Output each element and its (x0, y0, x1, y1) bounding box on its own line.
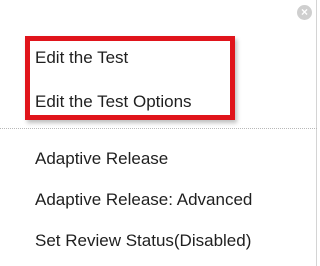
menu-divider (0, 128, 317, 129)
menu-item-edit-test-options[interactable]: Edit the Test Options (35, 92, 192, 112)
menu-item-adaptive-release[interactable]: Adaptive Release (35, 149, 168, 169)
close-icon[interactable]: × (297, 5, 312, 20)
menu-item-adaptive-release-advanced[interactable]: Adaptive Release: Advanced (35, 190, 252, 210)
context-menu: × Edit the Test Edit the Test Options Ad… (0, 0, 317, 266)
menu-item-edit-test[interactable]: Edit the Test (35, 48, 128, 68)
menu-item-set-review-status[interactable]: Set Review Status(Disabled) (35, 231, 251, 251)
